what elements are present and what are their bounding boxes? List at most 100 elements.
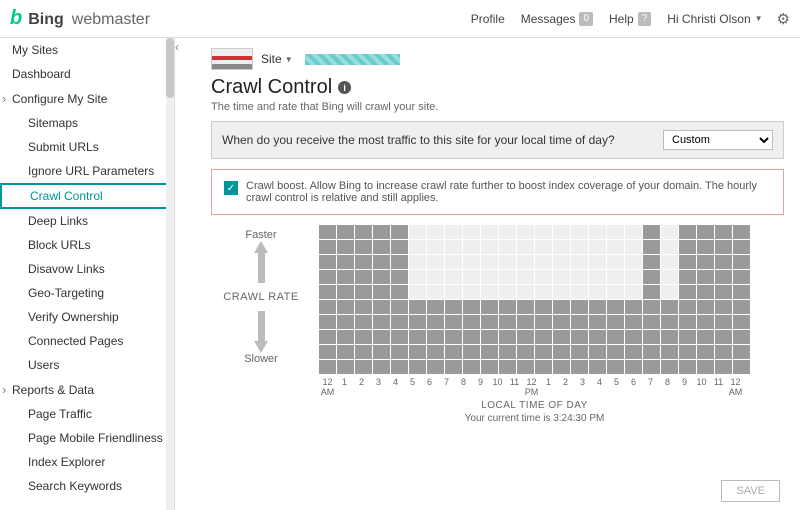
heatmap-cell[interactable] — [481, 255, 498, 269]
heatmap-cell[interactable] — [571, 270, 588, 284]
heatmap-cell[interactable] — [481, 315, 498, 329]
heatmap-cell[interactable] — [697, 225, 714, 239]
heatmap-cell[interactable] — [445, 270, 462, 284]
heatmap-cell[interactable] — [391, 285, 408, 299]
heatmap-grid[interactable] — [319, 225, 750, 374]
heatmap-cell[interactable] — [661, 330, 678, 344]
save-button[interactable]: SAVE — [721, 480, 780, 502]
heatmap-cell[interactable] — [409, 315, 426, 329]
sidebar-item-verify-ownership[interactable]: Verify Ownership — [0, 305, 174, 329]
heatmap-cell[interactable] — [373, 360, 390, 374]
heatmap-cell[interactable] — [499, 330, 516, 344]
heatmap-cell[interactable] — [391, 300, 408, 314]
heatmap-cell[interactable] — [499, 345, 516, 359]
profile-link[interactable]: Profile — [471, 12, 505, 26]
heatmap-cell[interactable] — [391, 345, 408, 359]
heatmap-cell[interactable] — [571, 285, 588, 299]
crawl-boost-checkbox[interactable]: ✓ — [224, 181, 238, 195]
heatmap-cell[interactable] — [571, 315, 588, 329]
heatmap-cell[interactable] — [553, 315, 570, 329]
heatmap-cell[interactable] — [733, 225, 750, 239]
heatmap-cell[interactable] — [571, 360, 588, 374]
heatmap-cell[interactable] — [319, 300, 336, 314]
heatmap-cell[interactable] — [481, 240, 498, 254]
heatmap-cell[interactable] — [445, 330, 462, 344]
heatmap-cell[interactable] — [679, 285, 696, 299]
heatmap-cell[interactable] — [445, 225, 462, 239]
heatmap-cell[interactable] — [355, 300, 372, 314]
heatmap-cell[interactable] — [607, 345, 624, 359]
heatmap-cell[interactable] — [697, 345, 714, 359]
heatmap-cell[interactable] — [427, 285, 444, 299]
heatmap-cell[interactable] — [589, 225, 606, 239]
heatmap-cell[interactable] — [319, 270, 336, 284]
heatmap-cell[interactable] — [319, 360, 336, 374]
heatmap-cell[interactable] — [607, 255, 624, 269]
logo[interactable]: b Bing webmaster — [10, 7, 150, 30]
heatmap-cell[interactable] — [625, 225, 642, 239]
heatmap-cell[interactable] — [679, 345, 696, 359]
heatmap-cell[interactable] — [661, 255, 678, 269]
heatmap-cell[interactable] — [607, 270, 624, 284]
heatmap-cell[interactable] — [355, 345, 372, 359]
heatmap-cell[interactable] — [337, 300, 354, 314]
heatmap-cell[interactable] — [661, 315, 678, 329]
heatmap-cell[interactable] — [625, 300, 642, 314]
heatmap-cell[interactable] — [553, 330, 570, 344]
heatmap-cell[interactable] — [643, 240, 660, 254]
sidebar-item-reports-data[interactable]: Reports & Data — [0, 377, 174, 402]
heatmap-cell[interactable] — [409, 345, 426, 359]
heatmap-cell[interactable] — [571, 225, 588, 239]
heatmap-cell[interactable] — [391, 270, 408, 284]
heatmap-cell[interactable] — [697, 360, 714, 374]
heatmap-cell[interactable] — [589, 270, 606, 284]
heatmap-cell[interactable] — [499, 315, 516, 329]
heatmap-cell[interactable] — [535, 240, 552, 254]
heatmap-cell[interactable] — [661, 300, 678, 314]
heatmap-cell[interactable] — [553, 225, 570, 239]
heatmap-cell[interactable] — [715, 330, 732, 344]
sidebar-item-page-mobile-friendliness[interactable]: Page Mobile Friendliness — [0, 426, 174, 450]
heatmap-cell[interactable] — [715, 270, 732, 284]
heatmap-cell[interactable] — [319, 285, 336, 299]
heatmap-cell[interactable] — [337, 315, 354, 329]
heatmap-cell[interactable] — [391, 315, 408, 329]
heatmap-cell[interactable] — [319, 345, 336, 359]
sidebar-item-configure-my-site[interactable]: Configure My Site — [0, 86, 174, 111]
heatmap-cell[interactable] — [373, 255, 390, 269]
heatmap-cell[interactable] — [337, 285, 354, 299]
heatmap-cell[interactable] — [373, 225, 390, 239]
heatmap-cell[interactable] — [625, 240, 642, 254]
heatmap-cell[interactable] — [337, 270, 354, 284]
user-menu[interactable]: Hi Christi Olson▼ — [667, 12, 762, 26]
heatmap-cell[interactable] — [643, 345, 660, 359]
heatmap-cell[interactable] — [517, 315, 534, 329]
heatmap-cell[interactable] — [409, 300, 426, 314]
heatmap-cell[interactable] — [391, 240, 408, 254]
heatmap-cell[interactable] — [517, 360, 534, 374]
heatmap-cell[interactable] — [373, 285, 390, 299]
heatmap-cell[interactable] — [517, 285, 534, 299]
sidebar-item-geo-targeting[interactable]: Geo-Targeting — [0, 281, 174, 305]
heatmap-cell[interactable] — [355, 315, 372, 329]
heatmap-cell[interactable] — [715, 225, 732, 239]
heatmap-cell[interactable] — [427, 255, 444, 269]
heatmap-cell[interactable] — [589, 315, 606, 329]
heatmap-cell[interactable] — [499, 255, 516, 269]
heatmap-cell[interactable] — [643, 360, 660, 374]
heatmap-cell[interactable] — [319, 240, 336, 254]
heatmap-cell[interactable] — [715, 345, 732, 359]
heatmap-cell[interactable] — [733, 300, 750, 314]
sidebar-item-index-explorer[interactable]: Index Explorer — [0, 450, 174, 474]
heatmap-cell[interactable] — [355, 360, 372, 374]
sidebar-item-disavow-links[interactable]: Disavow Links — [0, 257, 174, 281]
heatmap-cell[interactable] — [643, 330, 660, 344]
heatmap-cell[interactable] — [481, 270, 498, 284]
heatmap-cell[interactable] — [571, 330, 588, 344]
heatmap-cell[interactable] — [697, 285, 714, 299]
heatmap-cell[interactable] — [715, 240, 732, 254]
heatmap-cell[interactable] — [499, 225, 516, 239]
heatmap-cell[interactable] — [679, 360, 696, 374]
heatmap-cell[interactable] — [517, 300, 534, 314]
heatmap-cell[interactable] — [733, 270, 750, 284]
